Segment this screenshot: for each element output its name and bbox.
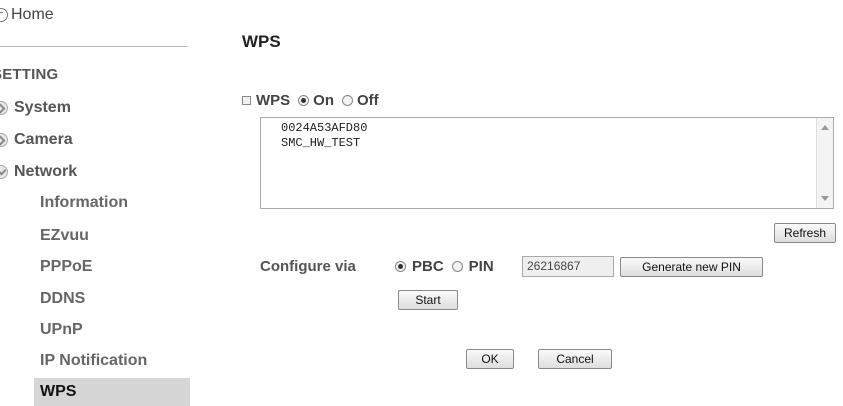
scroll-down-icon[interactable] [821,196,829,201]
sidebar-divider [0,46,188,47]
sidebar-group-label: Network [14,163,78,180]
home-icon [0,8,8,22]
sidebar-group-label: System [14,99,71,116]
expand-arrow-icon [0,101,8,115]
sidebar-item-wps[interactable]: WPS [34,378,190,406]
start-button[interactable]: Start [398,290,458,310]
ap-list-item[interactable]: SMC_HW_TEST [281,136,833,151]
wps-off-radio[interactable] [342,95,354,106]
pin-radio[interactable] [451,261,463,272]
page-title: WPS [242,32,281,51]
refresh-button[interactable]: Refresh [774,223,836,243]
sidebar-item-upnp[interactable]: UPnP [34,316,190,344]
configure-options: PBC PIN [395,258,502,275]
sidebar-group-system[interactable]: System [0,97,71,119]
sidebar: Home SETTING System Camera Network Infor… [0,0,190,406]
main-panel: WPS WPS On Off 0024A53AFD80 SMC_HW_TEST … [190,0,843,404]
wps-label: WPS [256,92,291,109]
wps-checkbox[interactable] [242,96,251,105]
ap-list-scrollbar[interactable] [816,118,833,208]
cancel-button[interactable]: Cancel [538,349,612,369]
pin-field[interactable]: 26216867 [522,256,614,277]
home-label: Home [11,6,54,23]
pbc-radio[interactable] [395,261,406,272]
collapse-arrow-icon [0,165,8,179]
sidebar-item-ip-notification[interactable]: IP Notification [34,347,190,375]
setting-section-label: SETTING [0,66,59,83]
ap-list-item[interactable]: 0024A53AFD80 [281,121,833,136]
wps-on-radio[interactable] [298,95,310,106]
scroll-up-icon[interactable] [821,125,829,130]
sidebar-item-ezvuu[interactable]: EZvuu [34,222,190,250]
home-link[interactable]: Home [0,6,54,24]
ap-list-box[interactable]: 0024A53AFD80 SMC_HW_TEST [260,117,834,209]
sidebar-item-pppoe[interactable]: PPPoE [34,253,190,281]
pbc-label: PBC [412,258,444,275]
sidebar-item-information[interactable]: Information [34,189,190,217]
ok-button[interactable]: OK [466,349,514,369]
pin-label: PIN [468,258,494,275]
sidebar-group-label: Camera [14,131,73,148]
sidebar-group-camera[interactable]: Camera [0,129,73,151]
wps-on-label: On [313,92,335,109]
wps-off-label: Off [357,92,379,109]
sidebar-group-network[interactable]: Network [0,161,77,183]
sidebar-item-ddns[interactable]: DDNS [34,285,190,313]
expand-arrow-icon [0,133,8,147]
configure-via-label: Configure via [260,258,356,275]
wps-toggle-row: WPS On Off [242,92,379,109]
generate-pin-button[interactable]: Generate new PIN [620,257,763,277]
